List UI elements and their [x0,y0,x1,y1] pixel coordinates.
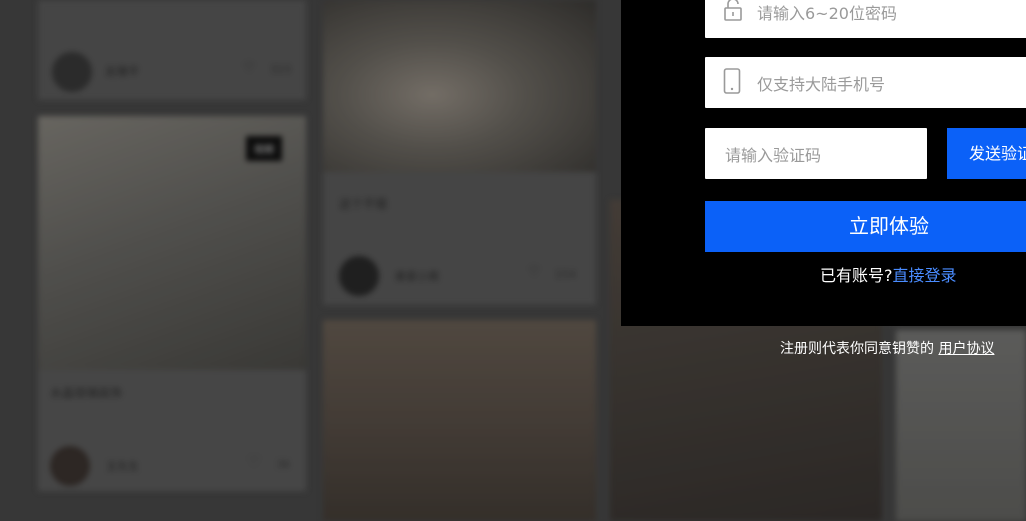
agreement-link[interactable]: 用户协议 [938,341,994,357]
register-panel: 请输入6~20位密码 仅支持大陆手机号 请输入验证码 发送验证 立即体验 已有账… [621,0,1026,326]
code-field[interactable]: 请输入验证码 [705,128,927,179]
phone-field[interactable]: 仅支持大陆手机号 [705,57,1026,108]
lock-icon [723,0,743,26]
login-link[interactable]: 直接登录 [893,266,957,285]
send-code-label: 发送验证 [969,144,1026,163]
code-placeholder: 请输入验证码 [725,145,822,165]
agreement: 注册则代表你同意钥赞的 用户协议 [780,338,994,358]
submit-label: 立即体验 [849,214,929,238]
password-placeholder: 请输入6~20位密码 [757,4,897,23]
agreement-text: 注册则代表你同意钥赞的 [780,341,934,357]
send-code-button[interactable]: 发送验证 [947,128,1026,179]
phone-icon [723,67,741,98]
password-field[interactable]: 请输入6~20位密码 [705,0,1026,38]
phone-placeholder: 仅支持大陆手机号 [757,74,886,94]
submit-button[interactable]: 立即体验 [705,201,1026,252]
have-account-text: 已有账号? [820,266,893,285]
login-prompt: 已有账号?直接登录 [820,262,957,286]
